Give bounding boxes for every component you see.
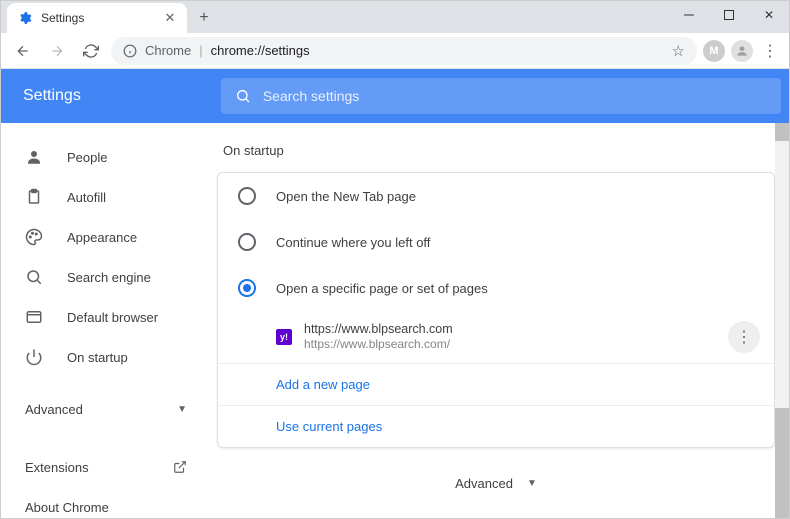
startup-card: Open the New Tab page Continue where you… — [217, 172, 775, 448]
sidebar-item-appearance[interactable]: Appearance — [1, 217, 205, 257]
sidebar-item-label: People — [67, 150, 107, 165]
browser-tab[interactable]: Settings ✕ — [7, 3, 187, 33]
page-title-text: https://www.blpsearch.com — [304, 321, 453, 337]
radio-label: Continue where you left off — [276, 235, 430, 250]
url-scheme: Chrome — [145, 43, 191, 58]
close-icon[interactable]: ✕ — [163, 11, 177, 25]
advanced-label: Advanced — [455, 476, 513, 491]
search-icon — [25, 268, 45, 286]
forward-button[interactable] — [43, 37, 71, 65]
extension-avatar[interactable]: M — [703, 40, 725, 62]
url-text: chrome://settings — [211, 43, 310, 58]
site-favicon: y! — [276, 329, 292, 345]
scrollbar-thumb[interactable] — [775, 408, 789, 518]
radio-continue[interactable]: Continue where you left off — [218, 219, 774, 265]
radio-button[interactable] — [238, 279, 256, 297]
scrollbar-arrow[interactable] — [775, 123, 789, 141]
gear-icon — [17, 10, 33, 26]
page-title: Settings — [23, 87, 81, 105]
browser-toolbar: Chrome | chrome://settings ☆ M ⋮ — [1, 33, 789, 69]
add-page-link[interactable]: Add a new page — [218, 363, 774, 405]
address-bar[interactable]: Chrome | chrome://settings ☆ — [111, 37, 697, 65]
search-icon — [235, 88, 251, 104]
new-tab-button[interactable]: + — [191, 5, 217, 31]
sidebar-item-label: Advanced — [25, 402, 83, 417]
external-link-icon — [173, 460, 187, 474]
bookmark-icon[interactable]: ☆ — [672, 42, 685, 60]
radio-new-tab[interactable]: Open the New Tab page — [218, 173, 774, 219]
use-current-link[interactable]: Use current pages — [218, 405, 774, 447]
sidebar-item-about[interactable]: About Chrome — [1, 487, 205, 518]
chevron-down-icon: ▼ — [177, 404, 187, 415]
page-more-button[interactable]: ⋮ — [728, 321, 760, 353]
sidebar-item-search-engine[interactable]: Search engine — [1, 257, 205, 297]
clipboard-icon — [25, 188, 45, 206]
sidebar: People Autofill Appearance Search engine… — [1, 123, 213, 518]
palette-icon — [25, 228, 45, 246]
advanced-toggle[interactable]: Advanced ▼ — [217, 476, 775, 511]
chevron-down-icon: ▼ — [527, 478, 537, 489]
sidebar-item-label: Extensions — [25, 460, 89, 475]
power-icon — [25, 348, 45, 366]
radio-label: Open a specific page or set of pages — [276, 281, 488, 296]
sidebar-item-advanced[interactable]: Advanced ▼ — [1, 389, 205, 429]
radio-specific-page[interactable]: Open a specific page or set of pages — [218, 265, 774, 311]
sidebar-item-label: About Chrome — [25, 500, 109, 515]
info-icon — [123, 44, 137, 58]
section-title: On startup — [217, 143, 775, 158]
radio-label: Open the New Tab page — [276, 189, 416, 204]
main-content: On startup Open the New Tab page Continu… — [213, 123, 789, 518]
tab-title: Settings — [41, 11, 163, 25]
scrollbar[interactable] — [775, 123, 789, 518]
sidebar-item-autofill[interactable]: Autofill — [1, 177, 205, 217]
search-settings-box[interactable] — [221, 78, 781, 114]
minimize-button[interactable] — [669, 1, 709, 29]
settings-header: Settings — [1, 69, 789, 123]
person-icon — [25, 148, 45, 166]
page-url-text: https://www.blpsearch.com/ — [304, 337, 453, 353]
browser-icon — [25, 308, 45, 326]
browser-menu-button[interactable]: ⋮ — [759, 41, 781, 61]
profile-avatar[interactable] — [731, 40, 753, 62]
sidebar-item-label: Search engine — [67, 270, 151, 285]
sidebar-item-extensions[interactable]: Extensions — [1, 447, 205, 487]
radio-button[interactable] — [238, 233, 256, 251]
back-button[interactable] — [9, 37, 37, 65]
sidebar-item-label: Autofill — [67, 190, 106, 205]
sidebar-item-label: On startup — [67, 350, 128, 365]
startup-page-entry: y! https://www.blpsearch.com https://www… — [218, 311, 774, 363]
radio-button[interactable] — [238, 187, 256, 205]
sidebar-item-on-startup[interactable]: On startup — [1, 337, 205, 377]
sidebar-item-label: Default browser — [67, 310, 158, 325]
titlebar: Settings ✕ + ✕ — [1, 1, 789, 33]
maximize-button[interactable] — [709, 1, 749, 29]
reload-button[interactable] — [77, 37, 105, 65]
sidebar-item-people[interactable]: People — [1, 137, 205, 177]
search-input[interactable] — [263, 88, 767, 104]
close-window-button[interactable]: ✕ — [749, 1, 789, 29]
sidebar-item-default-browser[interactable]: Default browser — [1, 297, 205, 337]
sidebar-item-label: Appearance — [67, 230, 137, 245]
